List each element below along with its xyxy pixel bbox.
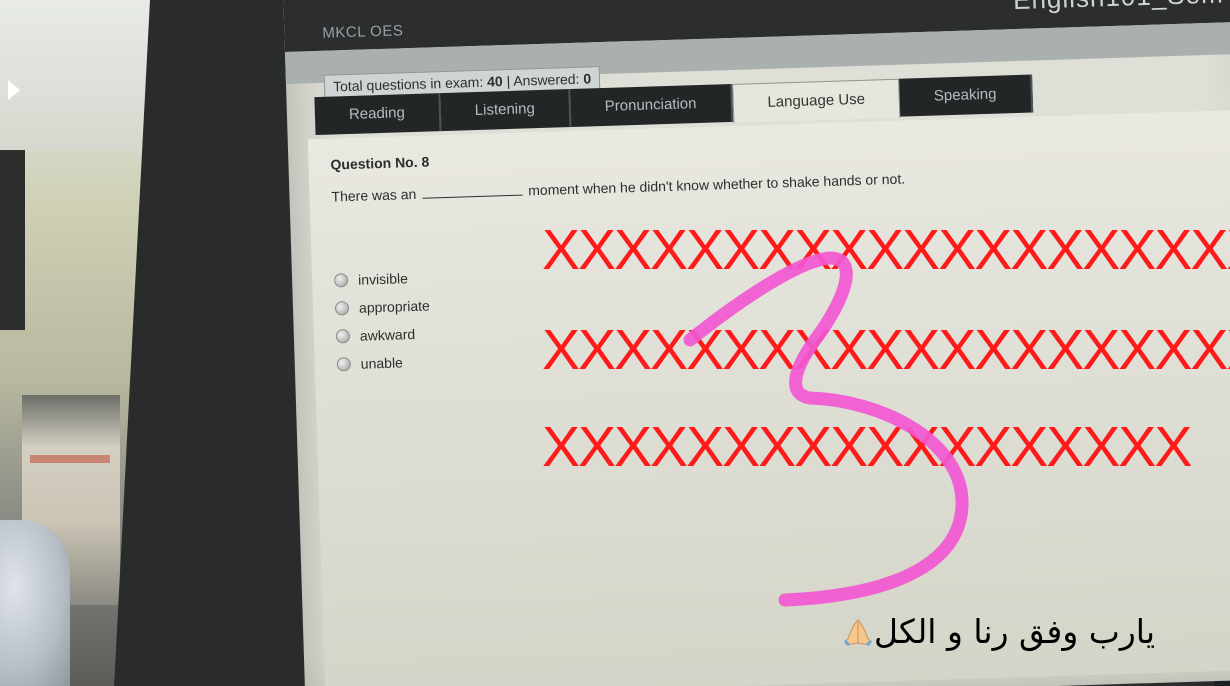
photo-scene: MKCL OES English101_Sem Total questions … <box>0 0 1230 686</box>
caption-text: يارب وفق رنا و الكل <box>874 612 1155 651</box>
arabic-caption: يارب وفق رنا و الكل <box>838 612 1155 651</box>
handwritten-three-scribble <box>683 251 969 607</box>
praying-hands-icon <box>843 619 873 647</box>
